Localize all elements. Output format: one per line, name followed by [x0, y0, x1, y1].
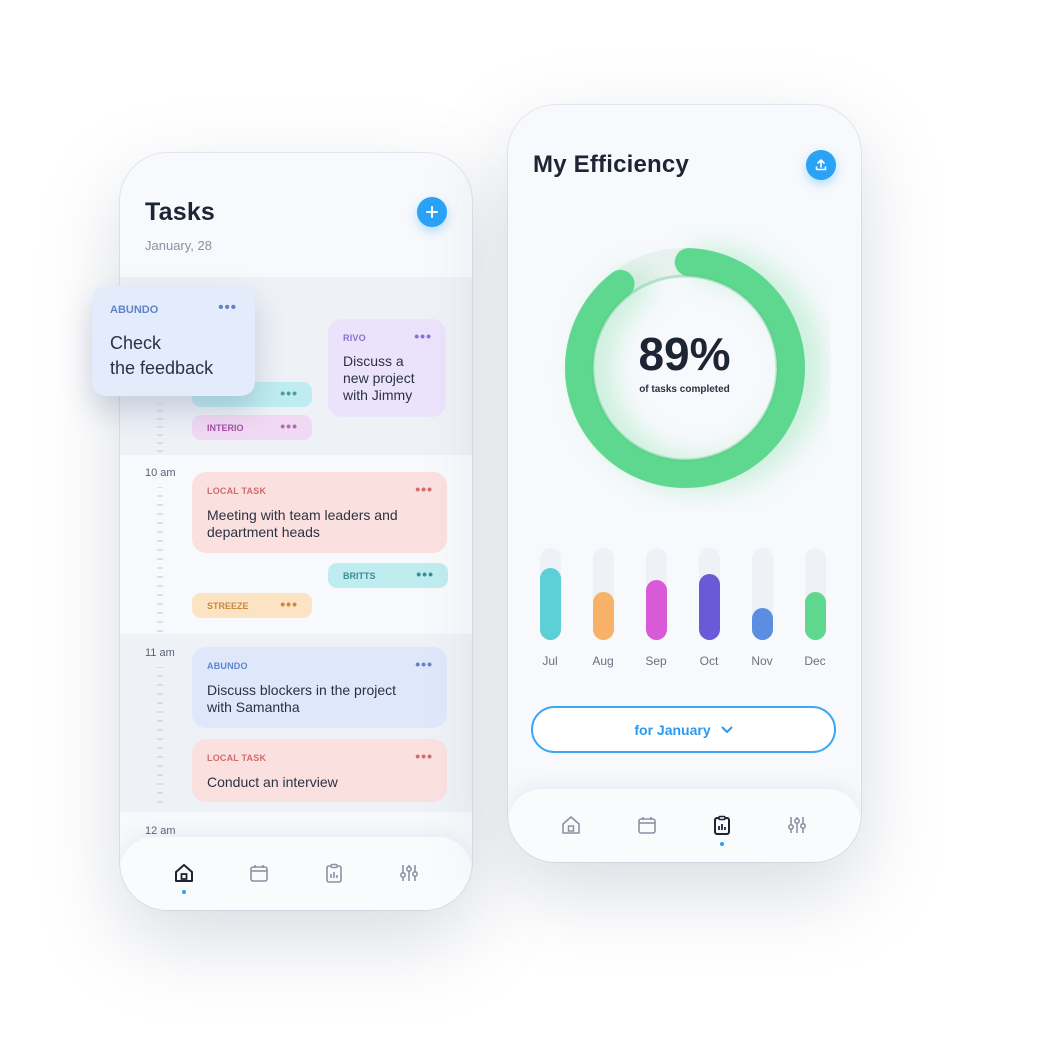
percent-value: 89%: [638, 328, 731, 380]
task-tag: STREEZE: [207, 601, 249, 611]
task-card-local-1[interactable]: LOCAL TASK ••• Meeting with team leaders…: [192, 472, 447, 553]
task-tag: LOCAL TASK: [207, 753, 267, 763]
task-tag: ABUNDO: [207, 661, 248, 671]
month-label: Jul: [542, 654, 558, 668]
active-indicator: [720, 842, 724, 846]
dragged-task-card[interactable]: ABUNDO ••• Check the feedback: [92, 286, 255, 396]
more-icon[interactable]: •••: [280, 596, 298, 612]
month-label: Aug: [592, 654, 614, 668]
home-icon[interactable]: [560, 814, 582, 836]
task-text: Conduct an interview: [207, 774, 338, 790]
task-pill-streeze[interactable]: STREEZE •••: [192, 593, 312, 618]
share-button[interactable]: [806, 150, 836, 180]
task-tag: RIVO: [343, 333, 366, 343]
time-ticks: [156, 486, 164, 633]
more-icon[interactable]: •••: [218, 299, 237, 316]
percent-caption: of tasks completed: [639, 384, 730, 395]
time-label-11am: 11 am: [145, 647, 175, 659]
bottom-nav: [120, 837, 472, 910]
bar-sep[interactable]: [646, 580, 667, 640]
task-text: the feedback: [110, 358, 214, 378]
task-text: Discuss a: [343, 353, 404, 369]
sliders-icon[interactable]: [786, 814, 808, 836]
page-title: My Efficiency: [533, 151, 689, 178]
upload-icon: [815, 159, 827, 171]
period-label: for January: [634, 721, 711, 738]
clipboard-chart-icon[interactable]: [323, 862, 345, 884]
bar-aug[interactable]: [593, 592, 614, 640]
time-label-12am: 12 am: [145, 825, 176, 837]
task-tag: ABUNDO: [110, 304, 159, 316]
task-text: department heads: [207, 524, 320, 540]
page-title: Tasks: [145, 198, 216, 226]
bottom-nav: [508, 789, 861, 862]
more-icon[interactable]: •••: [415, 481, 433, 497]
sliders-icon[interactable]: [398, 862, 420, 884]
time-label-10am: 10 am: [145, 467, 176, 479]
current-date: January, 28: [145, 238, 212, 253]
more-icon[interactable]: •••: [415, 656, 433, 672]
bar-track-aug: [593, 548, 614, 640]
month-label: Oct: [699, 654, 719, 668]
more-icon[interactable]: •••: [416, 566, 434, 582]
time-ticks: [156, 402, 164, 453]
task-text: Check: [110, 333, 162, 353]
bar-track-dec: [805, 548, 826, 640]
bar-oct[interactable]: [699, 574, 720, 640]
task-text: Discuss blockers in the project: [207, 682, 397, 698]
bar-nov[interactable]: [752, 608, 773, 640]
bar-track-nov: [752, 548, 773, 640]
task-card-local-2[interactable]: LOCAL TASK ••• Conduct an interview: [192, 739, 447, 802]
task-card-rivo[interactable]: RIVO ••• Discuss a new project with Jimm…: [328, 319, 446, 417]
task-text: with Jimmy: [343, 387, 413, 403]
month-label: Dec: [804, 654, 826, 668]
more-icon[interactable]: •••: [414, 328, 432, 344]
task-text: with Samantha: [207, 699, 300, 715]
more-icon[interactable]: •••: [280, 385, 298, 401]
task-tag: LOCAL TASK: [207, 486, 267, 496]
plus-icon: [426, 206, 438, 218]
bar-jul[interactable]: [540, 568, 561, 640]
more-icon[interactable]: •••: [280, 418, 298, 434]
task-pill-britts[interactable]: BRITTS •••: [328, 563, 448, 588]
time-ticks: [156, 666, 164, 807]
task-pill-interio[interactable]: INTERIO •••: [192, 415, 312, 440]
month-label: Sep: [645, 654, 667, 668]
bar-track-jul: [540, 548, 561, 640]
bar-track-oct: [699, 548, 720, 640]
add-task-button[interactable]: [417, 197, 447, 227]
more-icon[interactable]: •••: [415, 748, 433, 764]
tasks-screen: Tasks January, 28 ••• INTERIO ••• RIVO •…: [120, 153, 472, 910]
task-text: new project: [343, 370, 415, 386]
bar-track-sep: [646, 548, 667, 640]
task-tag: BRITTS: [343, 571, 376, 581]
home-icon[interactable]: [173, 862, 195, 884]
bar-dec[interactable]: [805, 592, 826, 640]
calendar-icon[interactable]: [248, 862, 270, 884]
clipboard-chart-icon[interactable]: [711, 814, 733, 836]
task-text: Meeting with team leaders and: [207, 507, 398, 523]
chevron-down-icon: [721, 726, 733, 733]
task-card-abundo[interactable]: ABUNDO ••• Discuss blockers in the proje…: [192, 647, 447, 728]
active-indicator: [182, 890, 186, 894]
period-dropdown-button[interactable]: for January: [531, 706, 836, 753]
calendar-icon[interactable]: [636, 814, 658, 836]
month-label: Nov: [751, 654, 773, 668]
task-tag: INTERIO: [207, 423, 244, 433]
